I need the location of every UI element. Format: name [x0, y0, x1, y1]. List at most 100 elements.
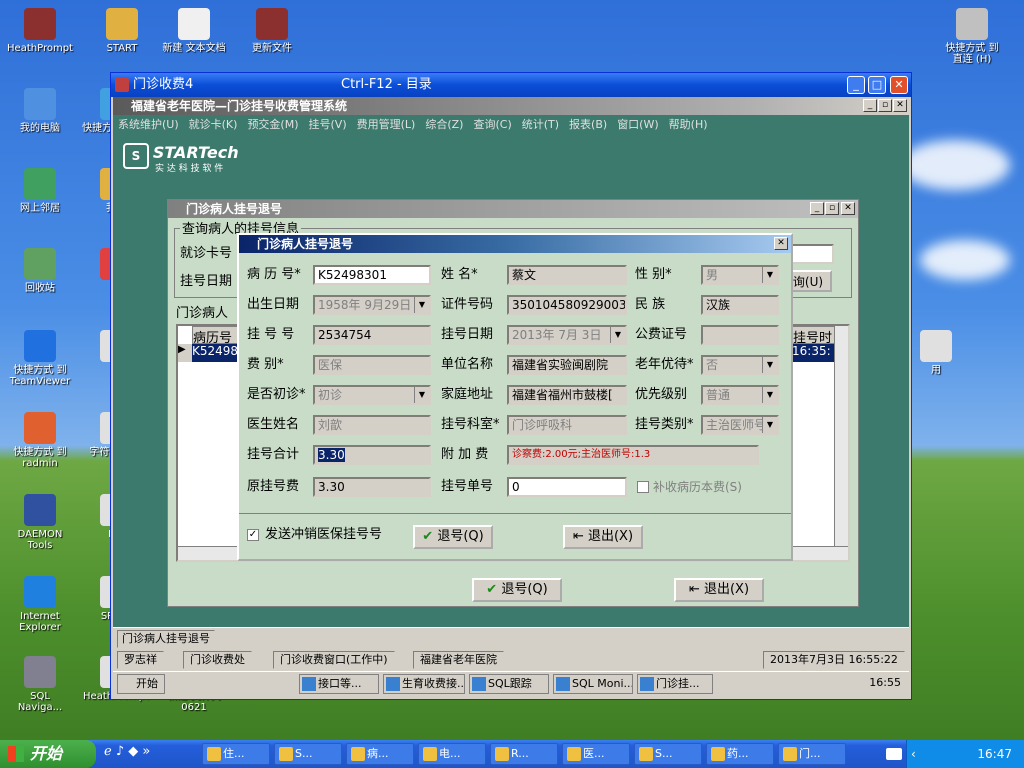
menu-item[interactable]: 综合(Z) — [425, 118, 463, 131]
chevron-down-icon[interactable]: ▼ — [762, 387, 777, 403]
desktop-icon[interactable]: 我的电脑 — [4, 88, 76, 134]
menu-item[interactable]: 预交金(M) — [247, 118, 298, 131]
menu-item[interactable]: 统计(T) — [522, 118, 559, 131]
inner-task-button[interactable]: SQL跟踪 — [469, 674, 549, 694]
front-exit-button[interactable]: ⇤ 退出(X) — [563, 525, 643, 549]
inner-taskbar: 开始 接口等... 生育收费接... SQL跟踪 SQL Moni... 门诊挂... 16… — [113, 671, 909, 697]
clock: 16:47 — [977, 747, 1012, 761]
form-field[interactable]: K52498301 — [313, 265, 431, 285]
grid-vscrollbar[interactable] — [834, 326, 848, 560]
app-icon[interactable]: ◆ — [128, 744, 138, 759]
tray-chevron-icon[interactable]: ‹ — [911, 740, 916, 768]
desktop-icon[interactable]: SQL Naviga... — [4, 656, 76, 713]
orig-fee-label: 原挂号费 — [247, 479, 300, 494]
menu-item[interactable]: 费用管理(L) — [357, 118, 416, 131]
task-button[interactable]: 住... — [202, 743, 270, 765]
desktop-icon[interactable]: 更新文件 — [236, 8, 308, 54]
maximize-button[interactable]: □ — [868, 76, 886, 94]
front-dialog-titlebar: 门诊病人挂号退号 — [239, 235, 791, 253]
form-field[interactable]: 否 ▼ — [701, 355, 779, 375]
app-restore-button[interactable]: ▫ — [878, 99, 892, 112]
desktop-icon[interactable]: DAEMON Tools — [4, 494, 76, 551]
computer-icon — [24, 88, 56, 120]
chevron-down-icon[interactable]: ▼ — [762, 267, 777, 283]
desktop-icon[interactable]: Internet Explorer — [4, 576, 76, 633]
menu-item[interactable]: 挂号(V) — [309, 118, 347, 131]
desktop-icon[interactable]: 回收站 — [4, 248, 76, 294]
close-button[interactable]: ✕ — [890, 76, 908, 94]
supplement-checkbox[interactable] — [637, 481, 649, 493]
chevron-down-icon[interactable]: ▼ — [414, 387, 429, 403]
task-button[interactable]: R... — [490, 743, 558, 765]
field-value: 普通 — [706, 388, 731, 402]
back-refund-button[interactable]: ✔ 退号(Q) — [472, 578, 562, 602]
task-label: 病... — [367, 747, 389, 760]
desktop-icon[interactable]: 快捷方式 到 TeamViewer — [4, 330, 76, 387]
desktop-icon[interactable]: 新建 文本文档 — [158, 8, 230, 54]
task-icon — [302, 677, 316, 691]
card-input[interactable] — [786, 244, 834, 264]
task-button[interactable]: 电... — [418, 743, 486, 765]
menu-item[interactable]: 查询(C) — [473, 118, 511, 131]
inner-task-button[interactable]: 接口等... — [299, 674, 379, 694]
task-button[interactable]: 病... — [346, 743, 414, 765]
mdi-tab[interactable]: 门诊病人挂号退号 — [117, 630, 215, 648]
front-close-button[interactable]: ✕ — [774, 237, 788, 250]
inner-start-button[interactable]: 开始 — [117, 674, 165, 694]
task-button[interactable]: 药... — [706, 743, 774, 765]
list-label: 门诊病人 — [176, 306, 229, 321]
menu-item[interactable]: 报表(B) — [569, 118, 607, 131]
ie-icon[interactable]: ℯ — [104, 744, 112, 759]
menu-item[interactable]: 系统维护(U) — [118, 118, 179, 131]
inner-clock: 16:55 — [869, 676, 901, 689]
desktop-icon[interactable]: 快捷方式 到 radmin — [4, 412, 76, 469]
chevron-down-icon[interactable]: ▼ — [414, 297, 429, 313]
exit-door-icon: ⇤ — [688, 582, 700, 597]
slip-field[interactable]: 0 — [507, 477, 627, 497]
task-button[interactable]: 医... — [562, 743, 630, 765]
minimize-button[interactable]: _ — [847, 76, 865, 94]
task-label: S... — [655, 747, 673, 760]
send-cancel-checkbox[interactable]: ✓ — [247, 529, 259, 541]
start-button[interactable]: 开始 — [0, 740, 96, 768]
task-button[interactable]: 门... — [778, 743, 846, 765]
form-field[interactable]: 主治医师号 ▼ — [701, 415, 779, 435]
menu-item[interactable]: 窗口(W) — [617, 118, 658, 131]
status-bar: 罗志祥 门诊收费处 门诊收费窗口(工作中) 福建省老年医院 2013年7月3日 16:5… — [113, 649, 909, 671]
taskbar: 开始 ℯ ♪ ◆ » 住... S... 病... 电... R... 医... S... 药… — [0, 740, 1024, 768]
desktop-icon-label: 快捷方式 到 直连 (H) — [945, 43, 999, 65]
total-field[interactable]: 3.30 — [313, 445, 431, 465]
back-close-button[interactable]: ✕ — [841, 202, 855, 215]
app-close-button[interactable]: ✕ — [893, 99, 907, 112]
inner-task-button[interactable]: SQL Moni... — [553, 674, 633, 694]
front-refund-button[interactable]: ✔ 退号(Q) — [413, 525, 493, 549]
task-button[interactable]: S... — [634, 743, 702, 765]
back-exit-button[interactable]: ⇤ 退出(X) — [674, 578, 764, 602]
media-icon[interactable]: ♪ — [116, 744, 124, 759]
task-button[interactable]: S... — [274, 743, 342, 765]
start-label: 开始 — [30, 744, 63, 763]
inner-task-button[interactable]: 门诊挂... — [637, 674, 713, 694]
back-restore-button[interactable]: ▫ — [825, 202, 839, 215]
chevron-down-icon[interactable]: ▼ — [610, 327, 625, 343]
chevron-down-icon[interactable]: ▼ — [762, 357, 777, 373]
keyboard-icon[interactable] — [886, 748, 902, 760]
status-cell: 2013年7月3日 16:55:22 — [763, 651, 905, 669]
more-icon[interactable]: » — [142, 744, 150, 759]
desktop-icon[interactable]: 网上邻居 — [4, 168, 76, 214]
form-field[interactable]: 1958年 9月29日 ▼ — [313, 295, 431, 315]
menu-item[interactable]: 就诊卡(K) — [189, 118, 238, 131]
app-minimize-button[interactable]: _ — [863, 99, 877, 112]
status-cell: 福建省老年医院 — [413, 651, 504, 669]
desktop-icon[interactable]: START — [86, 8, 158, 54]
desktop-icon[interactable]: 快捷方式 到 直连 (H) — [936, 8, 1008, 65]
chevron-down-icon[interactable]: ▼ — [762, 417, 777, 433]
form-field[interactable]: 男 ▼ — [701, 265, 779, 285]
menu-item[interactable]: 帮助(H) — [669, 118, 708, 131]
form-field[interactable]: 初诊 ▼ — [313, 385, 431, 405]
form-field[interactable]: 2013年 7月 3日 ▼ — [507, 325, 627, 345]
form-field[interactable]: 普通 ▼ — [701, 385, 779, 405]
desktop-icon[interactable]: HeathPrompt — [4, 8, 76, 54]
inner-task-button[interactable]: 生育收费接... — [383, 674, 465, 694]
back-minimize-button[interactable]: _ — [810, 202, 824, 215]
